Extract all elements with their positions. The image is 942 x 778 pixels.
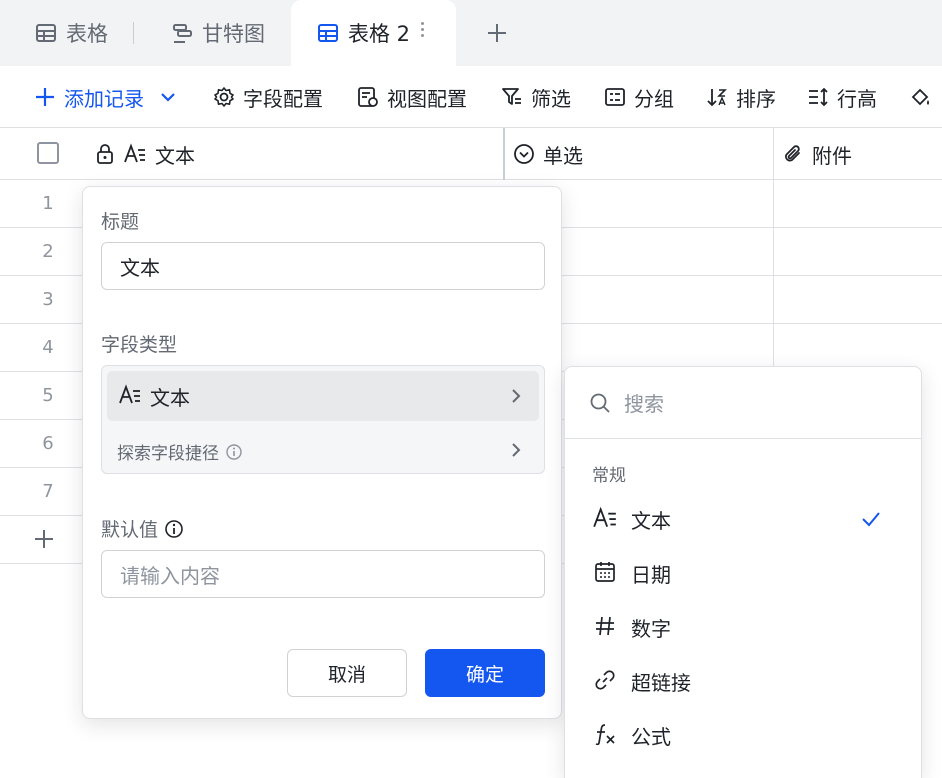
- group-label: 分组: [634, 86, 674, 111]
- type-option-text[interactable]: 文本: [565, 494, 921, 544]
- formula-icon: [592, 722, 618, 748]
- hash-icon: [592, 614, 618, 640]
- tab-gantt[interactable]: 甘特图: [171, 0, 265, 66]
- info-icon[interactable]: [164, 519, 184, 539]
- info-icon[interactable]: [225, 443, 243, 461]
- field-type-box: 文本 探索字段捷径: [101, 365, 545, 474]
- type-option-label: 公式: [631, 724, 671, 749]
- column-label: 附件: [812, 143, 852, 168]
- default-value-label: 默认值: [101, 519, 159, 541]
- type-option-label: 文本: [631, 508, 671, 533]
- column-header-single-select[interactable]: 单选: [513, 128, 583, 180]
- field-config-button[interactable]: 字段配置: [213, 84, 323, 111]
- calendar-icon: [592, 560, 618, 586]
- field-editor-popover: 标题 文本 字段类型 文本 探索字段捷径 默认值 请输入内容 取消 确定: [82, 186, 562, 719]
- default-value-placeholder: 请输入内容: [120, 563, 220, 588]
- field-type-value: 文本: [150, 385, 190, 410]
- filter-icon: [501, 86, 523, 108]
- column-label: 文本: [155, 143, 195, 168]
- add-record-label: 添加记录: [64, 86, 144, 111]
- field-type-dropdown: 搜索 常规 文本 日期 数字 超链接 公式: [564, 366, 922, 778]
- type-option-number[interactable]: 数字: [565, 602, 921, 652]
- search-icon: [589, 392, 611, 414]
- view-config-label: 视图配置: [387, 86, 467, 111]
- fill-color-button[interactable]: [909, 84, 942, 110]
- tab-table[interactable]: 表格: [35, 0, 108, 66]
- type-option-label: 超链接: [631, 670, 691, 695]
- gantt-icon: [171, 22, 193, 44]
- column-divider[interactable]: [503, 128, 505, 180]
- tab-more-icon[interactable]: [421, 22, 424, 37]
- chevron-right-icon: [512, 389, 521, 403]
- add-tab-button[interactable]: [486, 22, 508, 44]
- column-label: 单选: [543, 143, 583, 168]
- view-settings-icon: [357, 86, 379, 108]
- type-option-link[interactable]: 超链接: [565, 656, 921, 706]
- add-record-button[interactable]: 添加记录: [34, 84, 176, 111]
- type-group-label: 常规: [592, 466, 626, 486]
- explore-shortcut-label: 探索字段捷径: [117, 444, 219, 464]
- field-config-label: 字段配置: [243, 86, 323, 111]
- type-search-input[interactable]: 搜索: [565, 367, 921, 439]
- type-option-label: 数字: [631, 616, 671, 641]
- group-button[interactable]: 分组: [604, 84, 674, 111]
- cancel-label: 取消: [327, 663, 366, 686]
- view-config-button[interactable]: 视图配置: [357, 84, 467, 111]
- tab-divider: [133, 22, 134, 44]
- view-toolbar: 添加记录 字段配置 视图配置 筛选 分组 排序 行高: [0, 66, 942, 128]
- text-field-icon: [592, 506, 618, 532]
- title-label: 标题: [101, 211, 140, 233]
- chevron-down-icon[interactable]: [160, 89, 176, 105]
- lock-icon: [96, 144, 114, 164]
- explore-shortcut-link[interactable]: 探索字段捷径: [117, 439, 243, 464]
- type-option-date[interactable]: 日期: [565, 548, 921, 598]
- column-header-attachment[interactable]: 附件: [782, 128, 852, 180]
- row-height-label: 行高: [837, 86, 877, 111]
- confirm-label: 确定: [465, 663, 504, 686]
- text-field-icon: [123, 143, 147, 165]
- cancel-button[interactable]: 取消: [287, 649, 407, 697]
- title-input-value: 文本: [120, 255, 160, 280]
- column-header-text[interactable]: 文本: [96, 128, 195, 180]
- select-all-checkbox[interactable]: [37, 142, 59, 164]
- field-type-label: 字段类型: [101, 334, 178, 356]
- chevron-right-icon: [512, 443, 521, 457]
- title-input[interactable]: 文本: [101, 242, 545, 290]
- search-placeholder: 搜索: [624, 392, 664, 416]
- paint-bucket-icon: [909, 86, 931, 108]
- filter-button[interactable]: 筛选: [501, 84, 571, 111]
- tab-table-2[interactable]: 表格 2: [291, 0, 456, 66]
- column-divider[interactable]: [773, 128, 774, 180]
- type-option-formula[interactable]: 公式: [565, 710, 921, 760]
- confirm-button[interactable]: 确定: [425, 649, 545, 697]
- table-icon: [317, 22, 339, 44]
- attachment-icon: [782, 143, 804, 165]
- tab-bar: 表格 甘特图 表格 2: [0, 0, 942, 66]
- plus-icon: [35, 530, 53, 548]
- table-icon: [35, 22, 57, 44]
- tab-label: 表格 2: [348, 22, 411, 46]
- gear-icon: [213, 86, 235, 108]
- sort-icon: [706, 86, 728, 108]
- text-field-icon: [118, 384, 142, 408]
- field-type-select[interactable]: 文本: [107, 371, 539, 421]
- filter-label: 筛选: [531, 86, 571, 111]
- single-select-icon: [513, 143, 535, 165]
- add-row-button[interactable]: [33, 528, 55, 550]
- row-height-button[interactable]: 行高: [807, 84, 877, 111]
- sort-button[interactable]: 排序: [706, 84, 776, 111]
- plus-icon: [488, 24, 506, 42]
- link-icon: [592, 668, 618, 694]
- default-value-heading: 默认值: [101, 515, 184, 542]
- group-icon: [604, 86, 626, 108]
- type-option-label: 日期: [631, 562, 671, 587]
- check-icon: [862, 512, 880, 527]
- tab-label: 甘特图: [202, 22, 265, 46]
- plus-icon: [34, 86, 56, 108]
- tab-label: 表格: [66, 22, 108, 46]
- sort-label: 排序: [736, 86, 776, 111]
- default-value-input[interactable]: 请输入内容: [101, 550, 545, 598]
- row-height-icon: [807, 86, 829, 108]
